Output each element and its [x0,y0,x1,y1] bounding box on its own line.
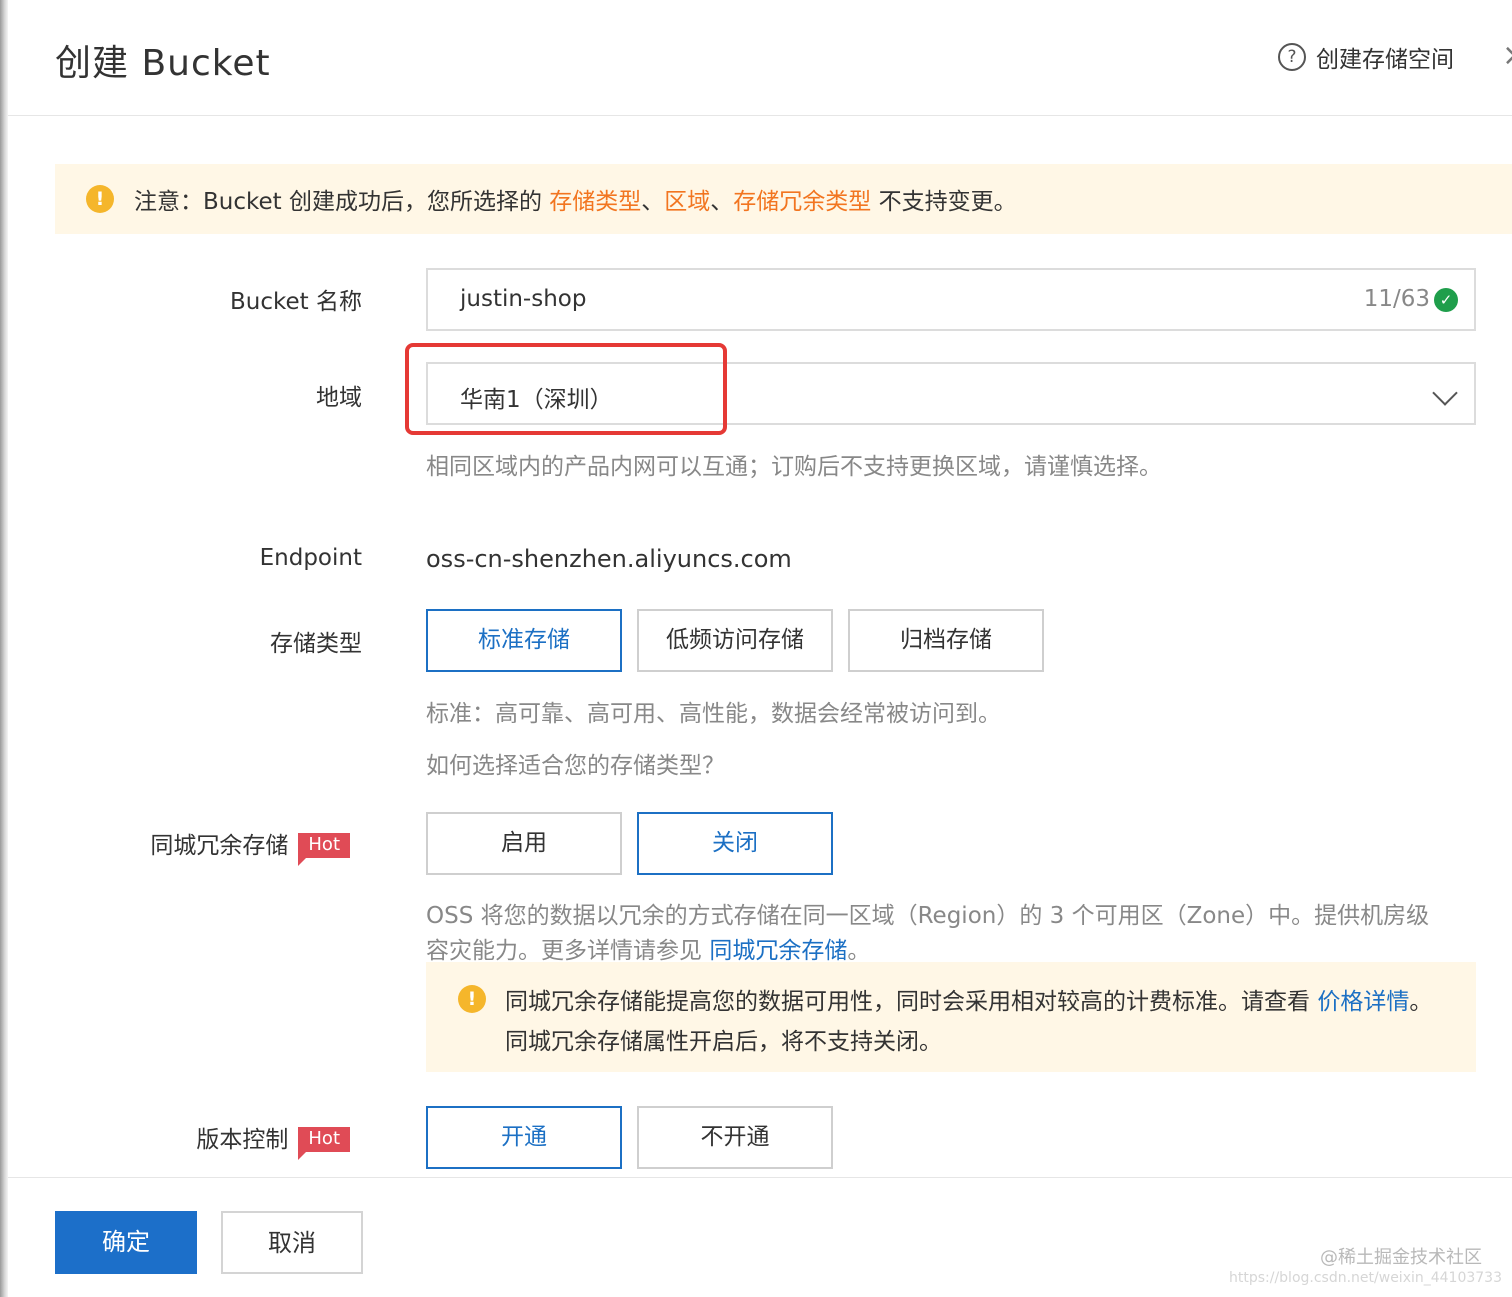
bucket-name-input[interactable]: justin-shop 11/63 ✓ [426,268,1476,331]
endpoint-label: Endpoint [259,545,362,571]
region-label: 地域 [316,385,362,411]
cancel-button[interactable]: 取消 [221,1211,363,1274]
notice-link-storage-type[interactable]: 存储类型 [549,189,641,215]
confirm-button[interactable]: 确定 [55,1211,197,1274]
dialog-footer: 确定 取消 @稀土掘金技术社区 https://blog.csdn.net/we… [8,1177,1512,1297]
chevron-down-icon [1432,380,1458,406]
notice-banner: ! 注意：Bucket 创建成功后，您所选择的 存储类型、区域、存储冗余类型 不… [55,164,1512,234]
hot-badge: Hot [298,833,350,866]
notice-separator: 、 [710,189,734,215]
storage-option-standard[interactable]: 标准存储 [426,609,622,672]
redundancy-desc-line1: OSS 将您的数据以冗余的方式存储在同一区域（Region）的 3 个可用区（Z… [426,903,1430,929]
help-link[interactable]: ? 创建存储空间 [1278,40,1454,74]
storage-option-archive[interactable]: 归档存储 [848,609,1044,672]
char-counter: 11/63 [1363,286,1430,312]
help-link-label: 创建存储空间 [1316,47,1454,73]
notice-suffix: 不支持变更。 [871,189,1017,215]
redundancy-notice-text: 同城冗余存储能提高您的数据可用性，同时会采用相对较高的计费标准。请查看 价格详情… [505,982,1445,1062]
notice-text: 注意：Bucket 创建成功后，您所选择的 存储类型、区域、存储冗余类型 不支持… [134,182,1017,216]
redundancy-label: 同城冗余存储 Hot [150,826,350,866]
bucket-name-label: Bucket 名称 [230,289,362,315]
close-icon[interactable]: × [1502,38,1512,73]
storage-option-ia[interactable]: 低频访问存储 [637,609,833,672]
warning-icon: ! [86,185,114,213]
redundancy-notice: ! 同城冗余存储能提高您的数据可用性，同时会采用相对较高的计费标准。请查看 价格… [426,962,1476,1072]
redundancy-desc-prefix: 容灾能力。更多详情请参见 [426,938,710,964]
redundancy-notice-text1: 同城冗余存储能提高您的数据可用性，同时会采用相对较高的计费标准。请查看 [505,989,1318,1015]
storage-type-help-link[interactable]: 如何选择适合您的存储类型？ [426,746,725,780]
versioning-option-disable[interactable]: 不开通 [637,1106,833,1169]
storage-type-hint: 标准：高可靠、高可用、高性能，数据会经常被访问到。 [426,701,1001,727]
redundancy-doc-link[interactable]: 同城冗余存储 [709,938,847,964]
watermark-url: https://blog.csdn.net/weixin_44103733 [1228,1270,1502,1286]
check-icon: ✓ [1434,288,1458,312]
redundancy-option-enable[interactable]: 启用 [426,812,622,875]
highlight-box [405,343,727,435]
left-edge-shadow [0,0,8,1297]
redundancy-desc-end: 。 [847,938,871,964]
bucket-name-value: justin-shop [460,286,587,312]
redundancy-option-disable[interactable]: 关闭 [637,812,833,875]
notice-link-region[interactable]: 区域 [664,189,710,215]
versioning-label: 版本控制 Hot [196,1120,350,1160]
versioning-option-enable[interactable]: 开通 [426,1106,622,1169]
region-hint: 相同区域内的产品内网可以互通；订购后不支持更换区域，请谨慎选择。 [426,454,1162,480]
versioning-label-text: 版本控制 [196,1127,289,1153]
redundancy-desc-line2: 容灾能力。更多详情请参见 同城冗余存储。 [426,931,870,965]
warning-icon: ! [458,985,486,1013]
notice-separator: 、 [641,189,665,215]
dialog-header: 创建 Bucket ? 创建存储空间 × [8,0,1512,116]
redundancy-label-text: 同城冗余存储 [150,833,289,859]
storage-type-label: 存储类型 [270,631,362,657]
notice-prefix: 注意：Bucket 创建成功后，您所选择的 [134,189,550,215]
notice-link-redundancy[interactable]: 存储冗余类型 [733,189,871,215]
price-detail-link[interactable]: 价格详情 [1317,989,1409,1015]
question-icon: ? [1278,43,1306,71]
dialog-title: 创建 Bucket [55,43,271,84]
watermark: @稀土掘金技术社区 [1320,1247,1482,1268]
endpoint-value: oss-cn-shenzhen.aliyuncs.com [426,545,792,573]
hot-badge: Hot [298,1127,350,1160]
